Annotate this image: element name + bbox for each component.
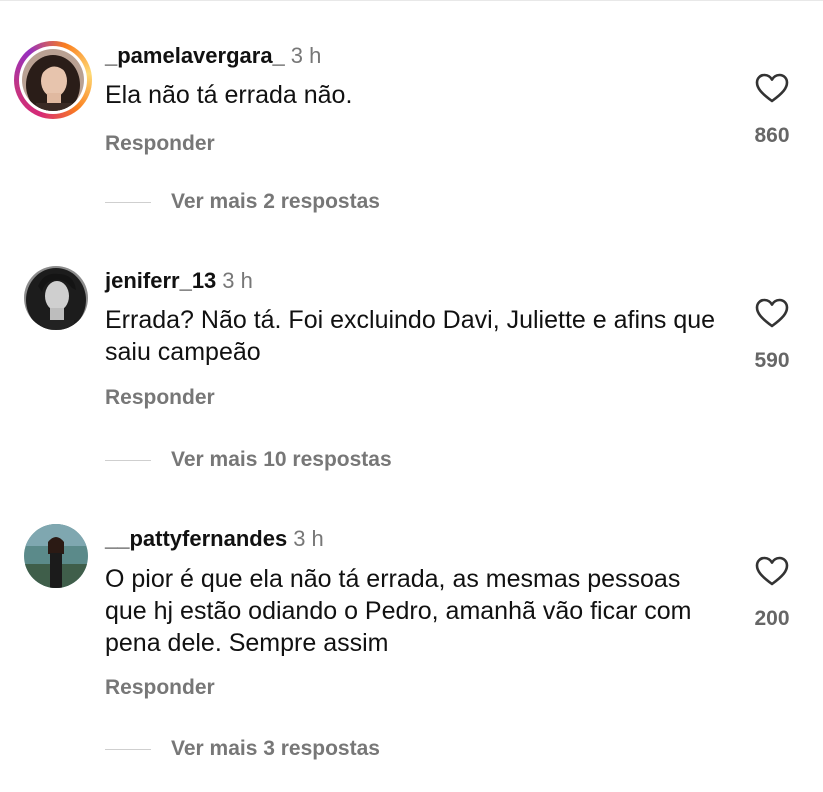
avatar-wrap[interactable]: [14, 524, 92, 602]
replies-divider: [105, 202, 151, 203]
like-column: 200: [740, 556, 804, 632]
comment-text: Ela não tá errada não.: [105, 81, 353, 109]
divider: [0, 0, 823, 1]
reply-button[interactable]: Responder: [105, 675, 215, 701]
reply-button[interactable]: Responder: [105, 131, 215, 157]
comment-text: Errada? Não tá. Foi excluindo Davi, Juli…: [105, 306, 716, 366]
comment-header: __pattyfernandes 3 h: [105, 526, 324, 552]
like-column: 860: [740, 73, 804, 149]
replies-divider: [105, 460, 151, 461]
view-more-replies-label[interactable]: Ver mais 10 respostas: [171, 447, 392, 473]
comment-text: O pior é que ela não tá errada, as mesma…: [105, 565, 692, 657]
timestamp: 3 h: [290, 43, 322, 68]
like-column: 590: [740, 298, 804, 374]
view-more-replies-label[interactable]: Ver mais 3 respostas: [171, 736, 380, 762]
timestamp: 3 h: [293, 526, 324, 551]
like-count: 590: [754, 349, 790, 372]
username[interactable]: jeniferr_13: [105, 268, 216, 293]
like-count: 860: [754, 124, 790, 147]
heart-outline-icon[interactable]: [755, 73, 789, 103]
view-more-replies-label[interactable]: Ver mais 2 respostas: [171, 189, 380, 215]
like-count: 200: [754, 607, 790, 630]
replies-divider: [105, 749, 151, 750]
comment-header: _pamelavergara_ 3 h: [105, 43, 321, 69]
avatar: [22, 49, 84, 111]
comment-header: jeniferr_13 3 h: [105, 268, 253, 294]
avatar: [24, 266, 88, 330]
avatar: [24, 524, 88, 588]
timestamp: 3 h: [222, 268, 253, 293]
username[interactable]: __pattyfernandes: [105, 526, 287, 551]
heart-outline-icon[interactable]: [755, 298, 789, 328]
avatar-wrap[interactable]: [14, 266, 92, 344]
reply-button[interactable]: Responder: [105, 385, 215, 411]
avatar-story-ring[interactable]: [14, 41, 92, 119]
username[interactable]: _pamelavergara_: [105, 43, 285, 68]
heart-outline-icon[interactable]: [755, 556, 789, 586]
